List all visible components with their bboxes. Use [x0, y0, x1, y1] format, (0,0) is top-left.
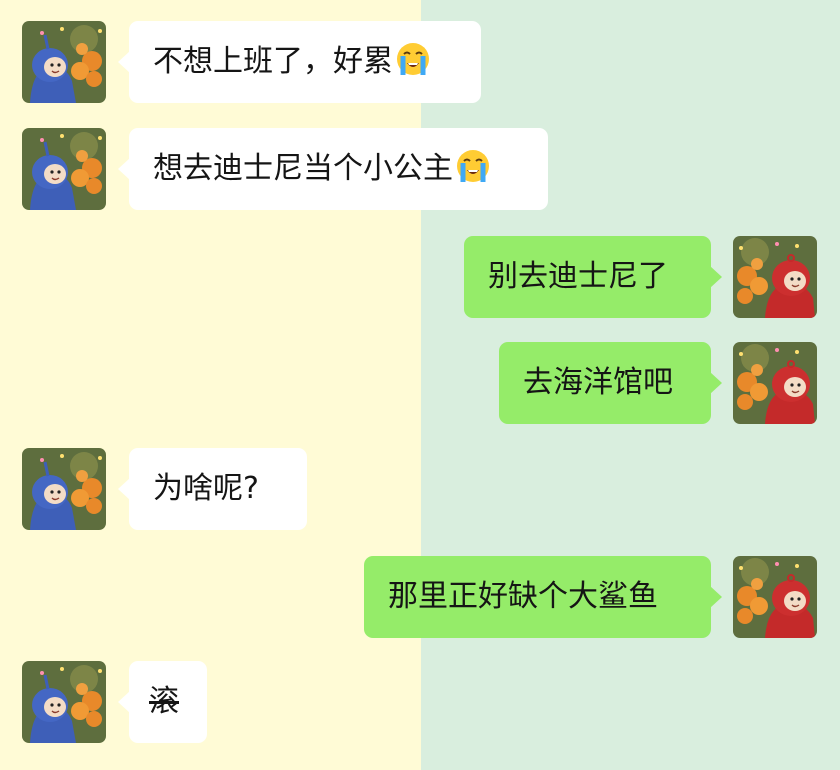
message-bubble[interactable]: 为啥呢? — [118, 448, 307, 530]
message-text: 去海洋馆吧 — [523, 365, 673, 400]
loudly-crying-face-icon — [395, 41, 431, 77]
left-background-panel — [0, 0, 421, 770]
blue-teletubby-avatar[interactable] — [22, 128, 106, 210]
message-text: 滚 — [149, 684, 179, 719]
message-bubble[interactable]: 滚 — [118, 661, 207, 743]
message-text: 想去迪士尼当个小公主 — [153, 151, 453, 186]
message-text: 为啥呢? — [153, 471, 259, 506]
blue-teletubby-avatar[interactable] — [22, 21, 106, 103]
message-text: 不想上班了，好累 — [153, 44, 393, 79]
message-bubble[interactable]: 想去迪士尼当个小公主 — [118, 128, 548, 210]
blue-teletubby-avatar[interactable] — [22, 661, 106, 743]
message-bubble[interactable]: 不想上班了，好累 — [118, 21, 481, 103]
loudly-crying-face-icon — [455, 148, 491, 184]
message-text: 别去迪士尼了 — [488, 259, 668, 294]
message-bubble[interactable]: 去海洋馆吧 — [499, 342, 722, 424]
red-teletubby-avatar[interactable] — [733, 236, 817, 318]
red-teletubby-avatar[interactable] — [733, 556, 817, 638]
message-bubble[interactable]: 别去迪士尼了 — [464, 236, 722, 318]
red-teletubby-avatar[interactable] — [733, 342, 817, 424]
message-bubble[interactable]: 那里正好缺个大鲨鱼 — [364, 556, 722, 638]
message-text: 那里正好缺个大鲨鱼 — [388, 579, 658, 614]
blue-teletubby-avatar[interactable] — [22, 448, 106, 530]
